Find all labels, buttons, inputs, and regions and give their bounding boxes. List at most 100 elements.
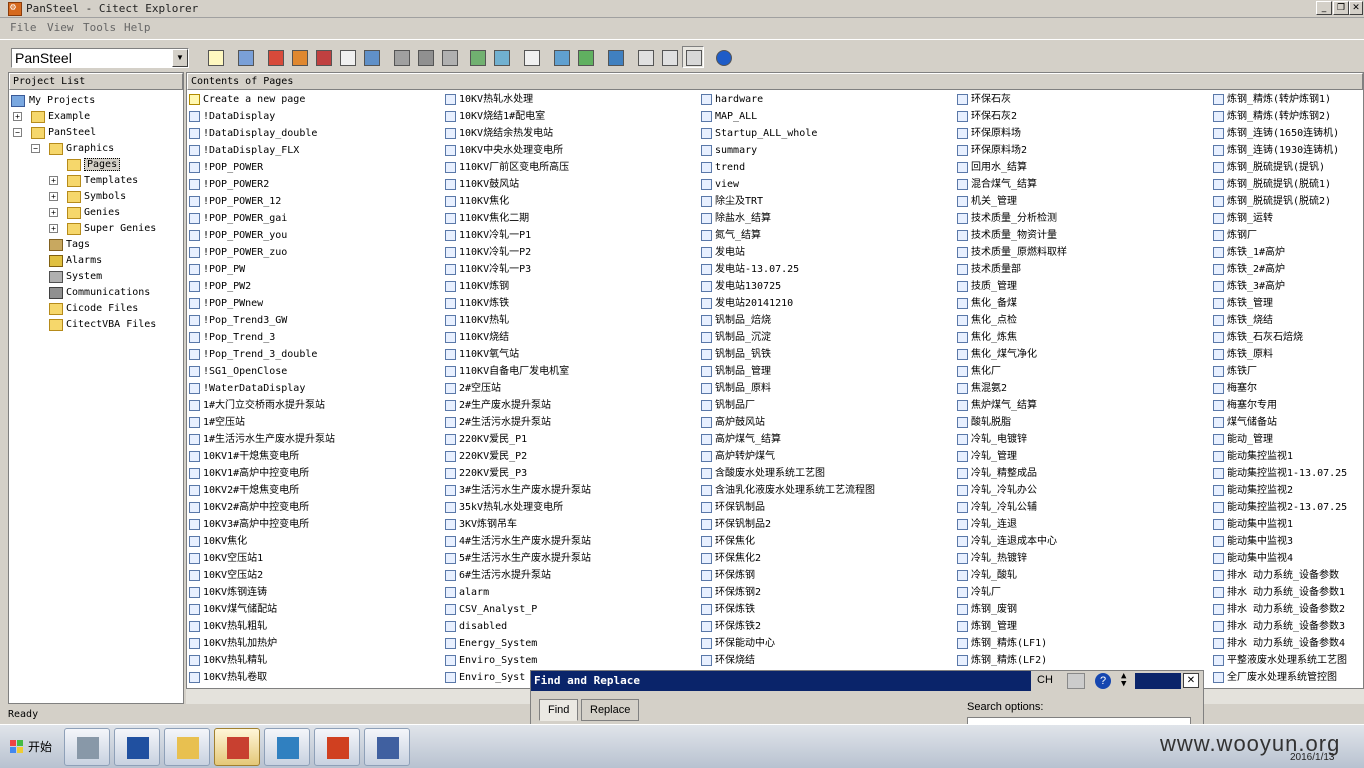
page-item[interactable]: 机关_管理 xyxy=(955,193,1211,210)
taskbar-app-powershell[interactable] xyxy=(114,728,160,766)
page-item[interactable]: 10KV2#高炉中控变电所 xyxy=(187,499,443,516)
tool-button-5[interactable] xyxy=(312,46,334,68)
page-item[interactable]: 炼钢_废钢 xyxy=(955,601,1211,618)
page-item[interactable]: Create a new page xyxy=(187,91,443,108)
page-item[interactable]: 钒制品_原料 xyxy=(699,380,955,397)
page-item[interactable]: 钒制品_沉淀 xyxy=(699,329,955,346)
page-item[interactable]: !DataDisplay_double xyxy=(187,125,443,142)
page-item[interactable]: 混合煤气_结算 xyxy=(955,176,1211,193)
page-item[interactable]: 含酸废水处理系统工艺图 xyxy=(699,465,955,482)
page-item[interactable]: 能动集控监视1 xyxy=(1211,448,1363,465)
page-item[interactable]: 钒制品厂 xyxy=(699,397,955,414)
page-item[interactable]: 平整液废水处理系统工艺图 xyxy=(1211,652,1363,669)
page-item[interactable]: 10KV煤气储配站 xyxy=(187,601,443,618)
tree-item-graphics[interactable]: − Graphics xyxy=(31,141,114,157)
view-list-button[interactable] xyxy=(658,46,680,68)
page-item[interactable]: 焦化_炼焦 xyxy=(955,329,1211,346)
page-item[interactable]: 发电站-13.07.25 xyxy=(699,261,955,278)
page-item[interactable]: 炼钢_脱硫提钒(脱硫2) xyxy=(1211,193,1363,210)
expand-icon[interactable]: + xyxy=(49,192,58,201)
page-item[interactable]: 钒制品_管理 xyxy=(699,363,955,380)
tool-button-9[interactable] xyxy=(414,46,436,68)
page-item[interactable]: 220KV爱民_P1 xyxy=(443,431,699,448)
page-item[interactable]: Enviro_System xyxy=(443,652,699,669)
tree-item-alarms[interactable]: Alarms xyxy=(31,253,102,269)
page-item[interactable]: 环保原料场 xyxy=(955,125,1211,142)
page-item[interactable]: 2#生活污水提升泵站 xyxy=(443,414,699,431)
close-button[interactable]: ✕ xyxy=(1349,1,1363,15)
page-item[interactable]: 煤气储备站 xyxy=(1211,414,1363,431)
page-item[interactable]: 发电站20141210 xyxy=(699,295,955,312)
menu-tools[interactable]: Tools xyxy=(83,21,116,34)
page-item[interactable]: 能动集中监视4 xyxy=(1211,550,1363,567)
tool-button-13[interactable] xyxy=(520,46,542,68)
page-item[interactable]: 10KV炼钢连铸 xyxy=(187,584,443,601)
page-item[interactable]: 回用水_结算 xyxy=(955,159,1211,176)
page-item[interactable]: 10KV1#高炉中控变电所 xyxy=(187,465,443,482)
page-item[interactable]: hardware xyxy=(699,91,955,108)
page-item[interactable]: 1#生活污水生产废水提升泵站 xyxy=(187,431,443,448)
taskbar-app-server[interactable] xyxy=(64,728,110,766)
page-item[interactable]: 炼铁_石灰石焙烧 xyxy=(1211,329,1363,346)
expand-icon[interactable]: + xyxy=(49,176,58,185)
page-item[interactable]: 技质_管理 xyxy=(955,278,1211,295)
page-item[interactable]: !DataDisplay xyxy=(187,108,443,125)
page-item[interactable]: 除尘及TRT xyxy=(699,193,955,210)
start-button[interactable]: 开始 xyxy=(4,733,56,761)
page-item[interactable]: 能动集中监视1 xyxy=(1211,516,1363,533)
page-item[interactable]: !POP_PW xyxy=(187,261,443,278)
page-item[interactable]: 10KV中央水处理变电所 xyxy=(443,142,699,159)
page-item[interactable]: !POP_POWER_zuo xyxy=(187,244,443,261)
taskbar-app-graphics-builder[interactable] xyxy=(314,728,360,766)
page-item[interactable]: summary xyxy=(699,142,955,159)
page-item[interactable]: 2#生产废水提升泵站 xyxy=(443,397,699,414)
page-item[interactable]: 6#生活污水提升泵站 xyxy=(443,567,699,584)
page-item[interactable]: 10KV热轧加热炉 xyxy=(187,635,443,652)
page-item[interactable]: !WaterDataDisplay xyxy=(187,380,443,397)
page-item[interactable]: !POP_POWER_12 xyxy=(187,193,443,210)
tab-find[interactable]: Find xyxy=(539,699,579,721)
page-item[interactable]: 环保炼钢2 xyxy=(699,584,955,601)
tree-item-example[interactable]: + Example xyxy=(13,109,90,125)
page-item[interactable]: 高炉鼓风站 xyxy=(699,414,955,431)
page-item[interactable]: 钒制品_钒铁 xyxy=(699,346,955,363)
page-item[interactable]: 110KV焦化 xyxy=(443,193,699,210)
page-item[interactable]: 炼钢_精炼(LF1) xyxy=(955,635,1211,652)
page-item[interactable]: 10KV1#干熄焦变电所 xyxy=(187,448,443,465)
page-item[interactable]: 技术质量_原燃料取样 xyxy=(955,244,1211,261)
page-item[interactable]: 炼钢_连铸(1650连铸机) xyxy=(1211,125,1363,142)
page-item[interactable]: !POP_POWER_you xyxy=(187,227,443,244)
page-item[interactable]: disabled xyxy=(443,618,699,635)
page-item[interactable]: 能动集中监视3 xyxy=(1211,533,1363,550)
page-item[interactable]: 焦化_备煤 xyxy=(955,295,1211,312)
compile-button[interactable] xyxy=(390,46,412,68)
page-item[interactable]: 技术质量部 xyxy=(955,261,1211,278)
page-item[interactable]: 排水 动力系统_设备参数1 xyxy=(1211,584,1363,601)
tool-button-11[interactable] xyxy=(466,46,488,68)
page-item[interactable]: MAP_ALL xyxy=(699,108,955,125)
tree-item-pages[interactable]: Pages xyxy=(49,157,121,173)
page-item[interactable]: 环保炼铁2 xyxy=(699,618,955,635)
expand-icon[interactable]: + xyxy=(49,208,58,217)
tree-item-super-genies[interactable]: + Super Genies xyxy=(49,221,156,237)
page-item[interactable]: view xyxy=(699,176,955,193)
page-item[interactable]: 焦混氨2 xyxy=(955,380,1211,397)
menu-help[interactable]: Help xyxy=(124,21,151,34)
tool-button-16[interactable] xyxy=(604,46,626,68)
page-item[interactable]: 220KV爱民_P2 xyxy=(443,448,699,465)
page-item[interactable]: 排水 动力系统_设备参数3 xyxy=(1211,618,1363,635)
taskbar-app-explorer[interactable] xyxy=(164,728,210,766)
page-item[interactable]: 能动_管理 xyxy=(1211,431,1363,448)
page-item[interactable]: !Pop_Trend_3_double xyxy=(187,346,443,363)
taskbar-app-project-editor[interactable] xyxy=(264,728,310,766)
tree-item-symbols[interactable]: + Symbols xyxy=(49,189,126,205)
minimize-button[interactable]: _ xyxy=(1316,1,1332,15)
tree-item-system[interactable]: System xyxy=(31,269,102,285)
page-item[interactable]: 110KV冷轧一P2 xyxy=(443,244,699,261)
menu-view[interactable]: View xyxy=(47,21,74,34)
page-item[interactable]: 高炉煤气_结算 xyxy=(699,431,955,448)
page-item[interactable]: 环保钒制品 xyxy=(699,499,955,516)
tool-button-14[interactable] xyxy=(550,46,572,68)
page-item[interactable]: 110KV焦化二期 xyxy=(443,210,699,227)
page-item[interactable]: 冷轧_连退 xyxy=(955,516,1211,533)
